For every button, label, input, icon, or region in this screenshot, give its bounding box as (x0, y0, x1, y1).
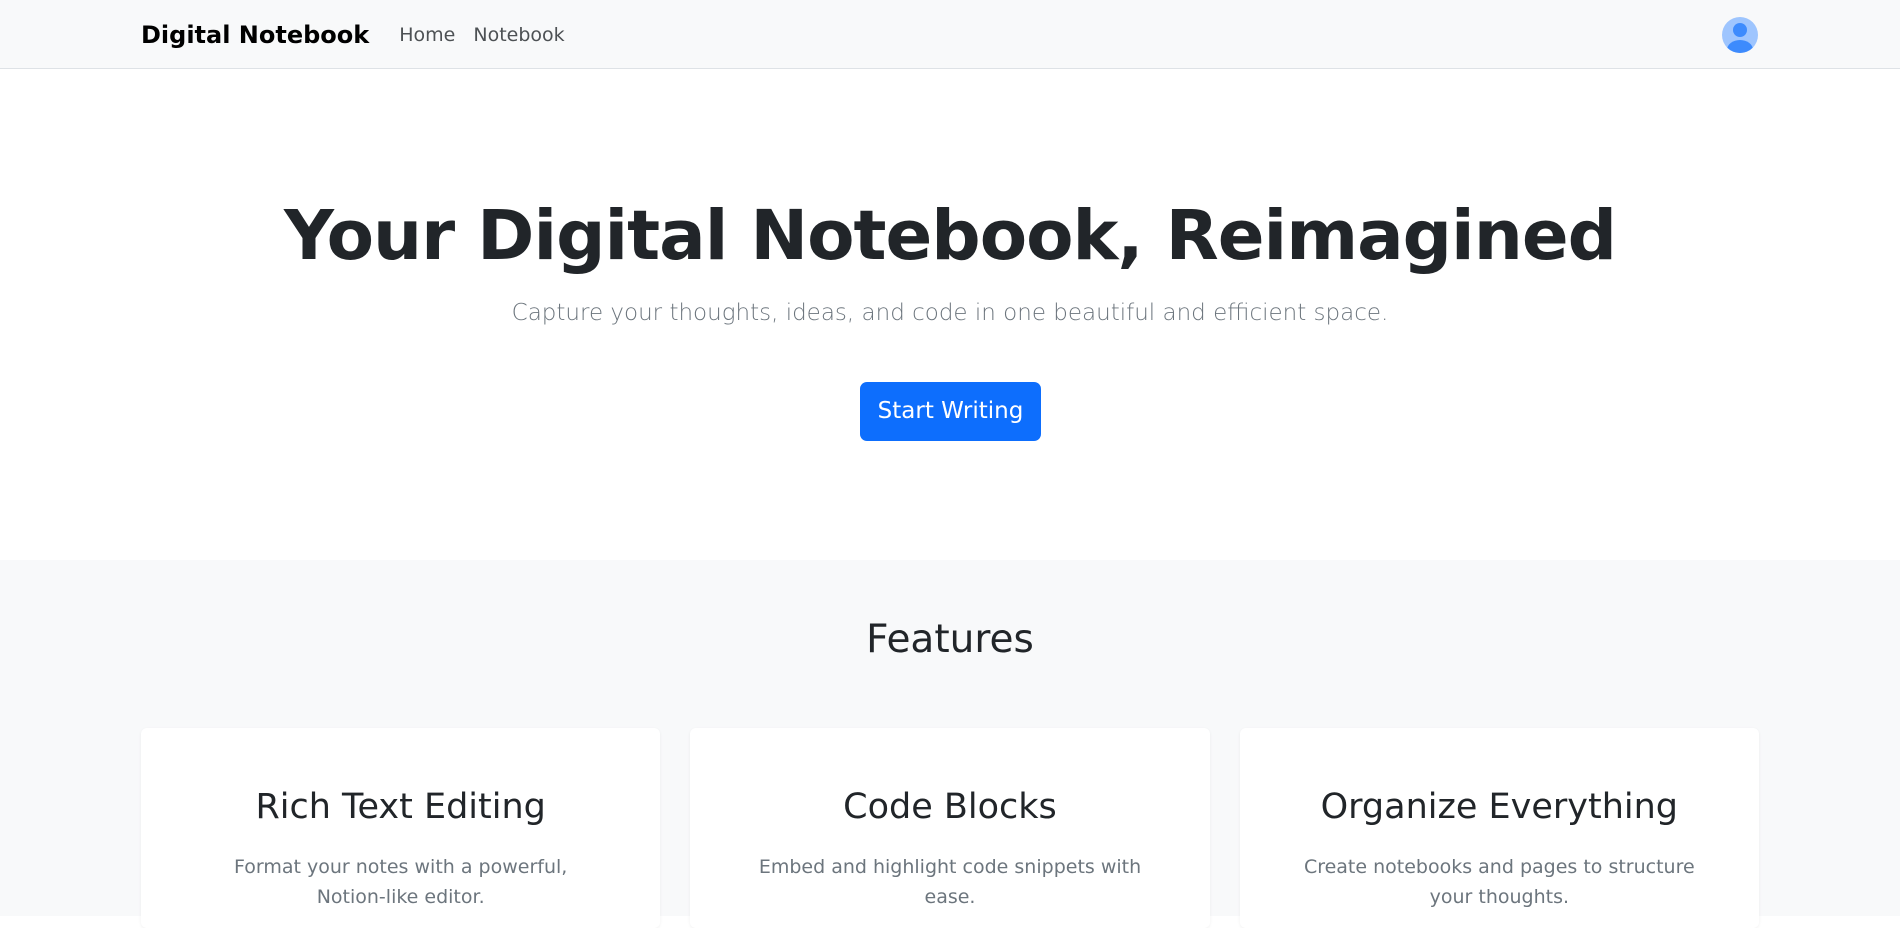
feature-card-title: Organize Everything (1320, 787, 1679, 827)
feature-card-text: Embed and highlight code snippets with e… (758, 856, 1142, 908)
feature-card-organize: Organize Everything Create notebooks and… (1239, 728, 1759, 928)
feature-card-title: Code Blocks (843, 787, 1057, 827)
features-section: Features Rich Text Editing Format your n… (0, 560, 1900, 928)
user-circle-icon (1727, 22, 1753, 53)
hero-section: Your Digital Notebook, Reimagined Captur… (0, 69, 1900, 560)
start-writing-button[interactable]: Start Writing (860, 382, 1041, 441)
features-heading: Features (866, 617, 1034, 662)
feature-card-text: Create notebooks and pages to structure … (1303, 856, 1695, 908)
brand-logo-link[interactable]: Digital Notebook (141, 21, 369, 49)
hero-title: Your Digital Notebook, Reimagined (283, 196, 1617, 276)
feature-card-rich-text: Rich Text Editing Format your notes with… (141, 728, 661, 928)
feature-card-code-blocks: Code Blocks Embed and highlight code sni… (690, 728, 1210, 928)
navbar-container: Digital Notebook Home Notebook (141, 0, 1759, 69)
nav-links: Home Notebook (399, 24, 564, 46)
feature-card-text: Format your notes with a powerful, Notio… (234, 856, 568, 908)
navbar: Digital Notebook Home Notebook (0, 0, 1900, 69)
user-avatar-button[interactable] (1722, 16, 1758, 53)
feature-cards: Rich Text Editing Format your notes with… (141, 728, 1759, 928)
hero-subtitle: Capture your thoughts, ideas, and code i… (511, 300, 1389, 326)
nav-link-notebook[interactable]: Notebook (473, 24, 564, 46)
nav-link-home[interactable]: Home (399, 24, 455, 46)
feature-card-title: Rich Text Editing (255, 787, 546, 827)
